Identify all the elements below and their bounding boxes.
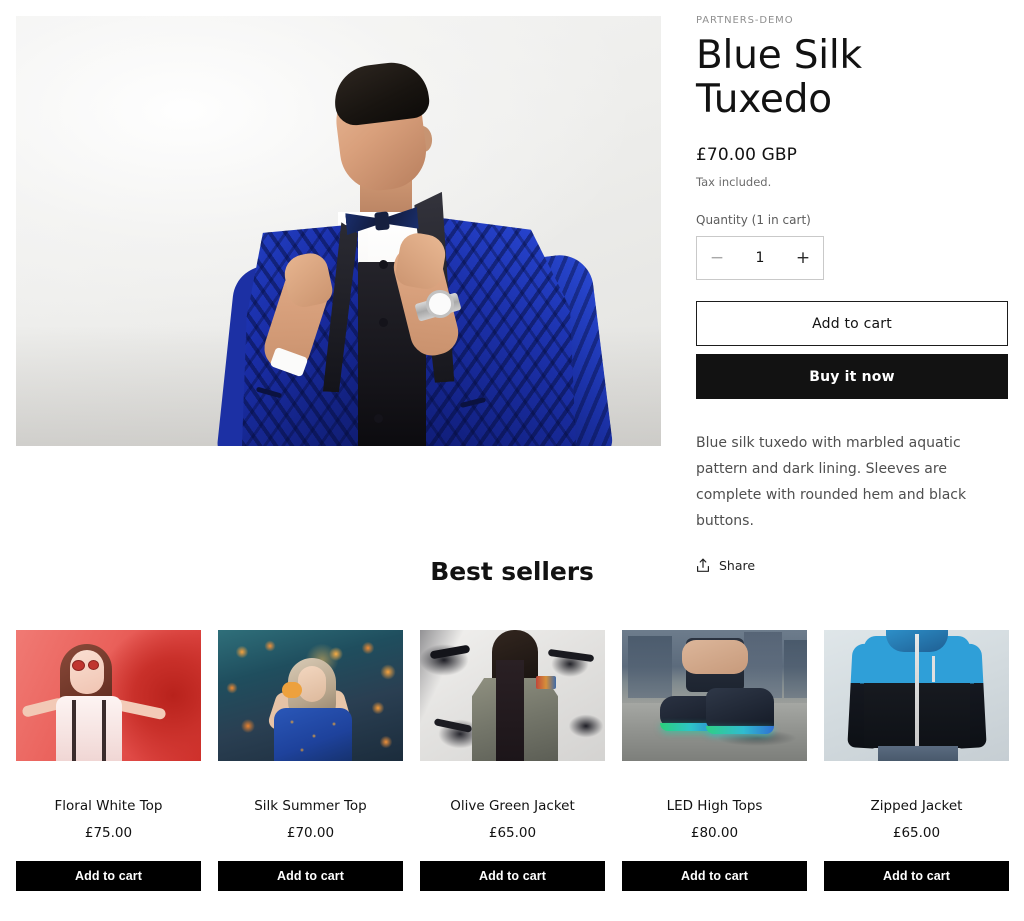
model-face bbox=[70, 650, 104, 694]
silk-top bbox=[274, 708, 352, 761]
card-add-to-cart-button[interactable]: Add to cart bbox=[16, 861, 201, 891]
quantity-increase-button[interactable]: + bbox=[783, 237, 823, 279]
product-card: Silk Summer Top £70.00 Add to cart bbox=[218, 630, 403, 891]
floral-white-top-photo bbox=[16, 630, 201, 761]
waistcoat-button bbox=[374, 414, 383, 423]
quantity-input[interactable] bbox=[737, 250, 783, 266]
best-sellers-section: Best sellers Floral White Top £75.00 Add… bbox=[0, 556, 1024, 891]
product-card-price: £80.00 bbox=[690, 825, 739, 841]
tax-note: Tax included. bbox=[696, 175, 772, 189]
card-add-to-cart-button[interactable]: Add to cart bbox=[218, 861, 403, 891]
graffiti-mark bbox=[433, 718, 473, 733]
product-card-price: £65.00 bbox=[892, 825, 941, 841]
quantity-label: Quantity (1 in cart) bbox=[696, 213, 811, 227]
product-card-image[interactable] bbox=[420, 630, 605, 761]
product-card: Zipped Jacket £65.00 Add to cart bbox=[824, 630, 1009, 891]
product-card-price: £65.00 bbox=[488, 825, 537, 841]
product-card-title[interactable]: LED High Tops bbox=[622, 797, 807, 815]
product-card: Floral White Top £75.00 Add to cart bbox=[16, 630, 201, 891]
background-building bbox=[628, 636, 672, 698]
bow-tie-knot bbox=[374, 211, 390, 231]
product-card-image[interactable] bbox=[218, 630, 403, 761]
top-trim bbox=[102, 700, 106, 761]
product-hero-image[interactable] bbox=[16, 16, 661, 446]
held-item bbox=[282, 682, 302, 698]
product-photo bbox=[16, 16, 661, 446]
add-to-cart-button[interactable]: Add to cart bbox=[696, 301, 1008, 346]
product-card-title[interactable]: Olive Green Jacket bbox=[420, 797, 605, 815]
product-card-price: £75.00 bbox=[84, 825, 133, 841]
product-price: £70.00 GBP bbox=[696, 145, 797, 165]
graffiti-mark bbox=[547, 648, 595, 663]
page-title: Blue Silk Tuxedo bbox=[696, 33, 862, 122]
led-high-tops-photo bbox=[622, 630, 807, 761]
model-jeans bbox=[878, 746, 958, 761]
product-main-section: PARTNERS-DEMO Blue Silk Tuxedo £70.00 GB… bbox=[0, 0, 1024, 573]
product-page: PARTNERS-DEMO Blue Silk Tuxedo £70.00 GB… bbox=[0, 0, 1024, 921]
top-trim bbox=[72, 700, 76, 761]
shirt-button bbox=[379, 318, 388, 327]
product-card: LED High Tops £80.00 Add to cart bbox=[622, 630, 807, 891]
background-building bbox=[784, 640, 807, 698]
product-card-title[interactable]: Zipped Jacket bbox=[824, 797, 1009, 815]
quantity-decrease-button[interactable]: − bbox=[697, 237, 737, 279]
quantity-stepper[interactable]: − + bbox=[696, 236, 824, 280]
best-sellers-grid: Floral White Top £75.00 Add to cart Silk… bbox=[0, 630, 1024, 891]
product-card: Olive Green Jacket £65.00 Add to cart bbox=[420, 630, 605, 891]
shirt-button bbox=[379, 260, 388, 269]
product-card-title[interactable]: Silk Summer Top bbox=[218, 797, 403, 815]
zipped-jacket-photo bbox=[824, 630, 1009, 761]
sunglasses-lens bbox=[72, 660, 85, 671]
buy-it-now-button[interactable]: Buy it now bbox=[696, 354, 1008, 399]
sunglasses-lens bbox=[88, 660, 99, 670]
white-top bbox=[56, 696, 122, 761]
card-add-to-cart-button[interactable]: Add to cart bbox=[622, 861, 807, 891]
sneaker-right bbox=[706, 688, 774, 730]
card-add-to-cart-button[interactable]: Add to cart bbox=[824, 861, 1009, 891]
scarf bbox=[496, 660, 524, 761]
best-sellers-heading: Best sellers bbox=[430, 557, 594, 586]
sleeve-patch bbox=[536, 676, 556, 689]
product-description: Blue silk tuxedo with marbled aquatic pa… bbox=[696, 435, 967, 529]
model-hair bbox=[330, 58, 432, 128]
product-card-image[interactable] bbox=[622, 630, 807, 761]
product-card-title[interactable]: Floral White Top bbox=[16, 797, 201, 815]
jacket-pocket-zipper bbox=[932, 656, 935, 682]
model-hands bbox=[682, 640, 748, 674]
olive-green-jacket-photo bbox=[420, 630, 605, 761]
model-face bbox=[298, 666, 326, 702]
graffiti-mark bbox=[429, 644, 471, 660]
card-add-to-cart-button[interactable]: Add to cart bbox=[420, 861, 605, 891]
product-card-image[interactable] bbox=[16, 630, 201, 761]
product-vendor: PARTNERS-DEMO bbox=[696, 15, 794, 26]
silk-summer-top-photo bbox=[218, 630, 403, 761]
product-info-column: PARTNERS-DEMO Blue Silk Tuxedo £70.00 GB… bbox=[696, 14, 1008, 577]
product-card-image[interactable] bbox=[824, 630, 1009, 761]
product-card-price: £70.00 bbox=[286, 825, 335, 841]
jacket-zipper bbox=[915, 634, 919, 750]
led-sole-right bbox=[706, 726, 774, 734]
